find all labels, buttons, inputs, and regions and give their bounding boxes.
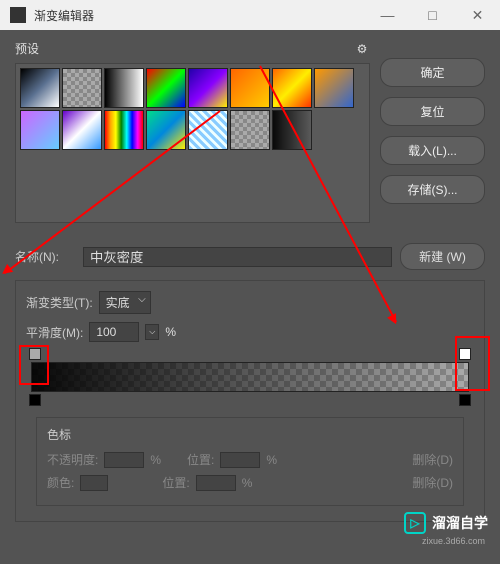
presets-area <box>15 63 370 223</box>
gradient-bar[interactable] <box>31 362 469 392</box>
preset-swatch[interactable] <box>314 68 354 108</box>
preset-swatch[interactable] <box>188 68 228 108</box>
color-position-input <box>196 475 236 491</box>
load-button[interactable]: 载入(L)... <box>380 136 485 165</box>
preset-swatch[interactable] <box>20 110 60 150</box>
preset-swatch[interactable] <box>272 110 312 150</box>
maximize-button[interactable]: □ <box>410 0 455 30</box>
color-stop-right[interactable] <box>459 394 471 406</box>
preset-swatch[interactable] <box>104 68 144 108</box>
reset-button[interactable]: 复位 <box>380 97 485 126</box>
opacity-input <box>104 452 144 468</box>
name-label: 名称(N): <box>15 248 75 265</box>
preset-swatch[interactable] <box>230 110 270 150</box>
smoothness-unit: % <box>165 325 176 339</box>
opacity-stop-right[interactable] <box>459 348 471 360</box>
minimize-button[interactable]: — <box>365 0 410 30</box>
save-button[interactable]: 存储(S)... <box>380 175 485 204</box>
new-button[interactable]: 新建 (W) <box>400 243 485 270</box>
preset-swatch[interactable] <box>62 110 102 150</box>
smoothness-dropdown[interactable]: ⌵ <box>145 324 159 340</box>
opacity-stop-left[interactable] <box>29 348 41 360</box>
gradient-bar-wrap <box>31 362 469 392</box>
delete-color-stop: 删除(D) <box>412 474 453 491</box>
position-label-2: 位置: <box>162 474 189 491</box>
app-icon <box>10 7 26 23</box>
gear-icon[interactable]: ⚙ <box>354 41 370 57</box>
position-label-1: 位置: <box>187 451 214 468</box>
preset-swatch[interactable] <box>20 68 60 108</box>
name-input[interactable] <box>83 247 392 267</box>
preset-swatch[interactable] <box>146 110 186 150</box>
smoothness-label: 平滑度(M): <box>26 324 83 341</box>
preset-swatch[interactable] <box>104 110 144 150</box>
preset-swatch[interactable] <box>146 68 186 108</box>
watermark-url: zixue.3d66.com <box>422 536 485 546</box>
opacity-position-input <box>220 452 260 468</box>
stops-title: 色标 <box>47 426 453 443</box>
window-title: 渐变编辑器 <box>34 7 365 24</box>
color-swatch <box>80 475 108 491</box>
smoothness-input[interactable]: 100 <box>89 322 139 342</box>
delete-opacity-stop: 删除(D) <box>412 451 453 468</box>
titlebar: 渐变编辑器 — □ ✕ <box>0 0 500 30</box>
preset-swatch[interactable] <box>188 110 228 150</box>
gradient-type-select[interactable]: 实底 <box>99 291 151 314</box>
opacity-label: 不透明度: <box>47 451 98 468</box>
preset-swatch[interactable] <box>230 68 270 108</box>
color-label: 颜色: <box>47 474 74 491</box>
ok-button[interactable]: 确定 <box>380 58 485 87</box>
presets-label: 预设 <box>15 40 354 57</box>
preset-swatch[interactable] <box>62 68 102 108</box>
preset-swatch[interactable] <box>272 68 312 108</box>
close-button[interactable]: ✕ <box>455 0 500 30</box>
gradient-type-label: 渐变类型(T): <box>26 294 93 311</box>
color-stop-left[interactable] <box>29 394 41 406</box>
